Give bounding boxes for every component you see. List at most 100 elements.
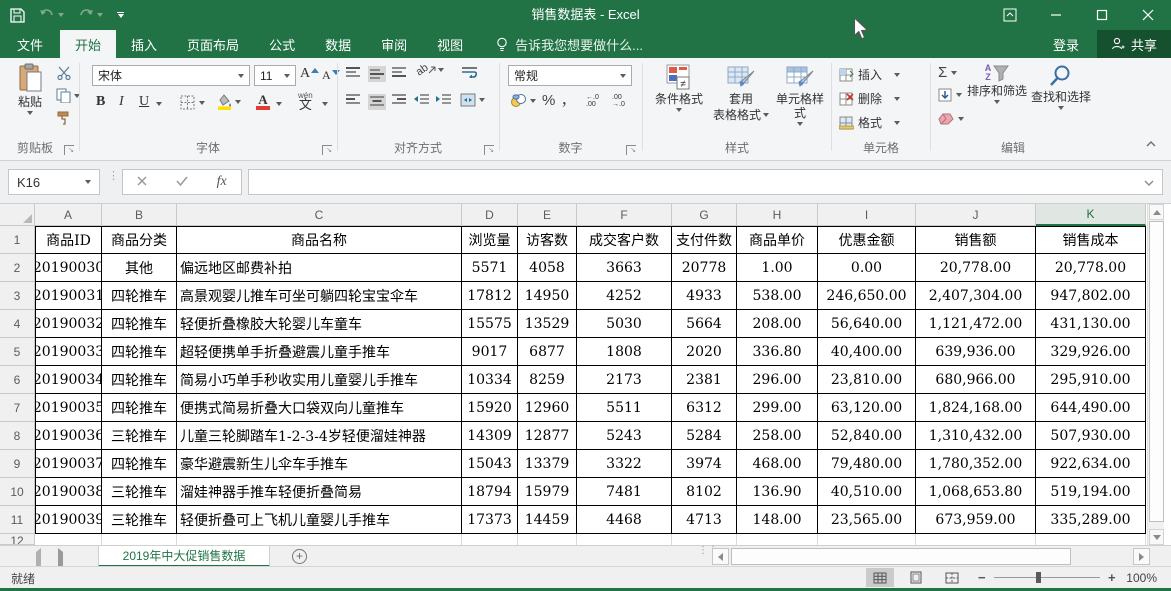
cell-D7[interactable]: 15920 [462,394,518,422]
row-header-10[interactable]: 10 [0,478,35,506]
row-header-11[interactable]: 11 [0,506,35,534]
cell-H7[interactable]: 299.00 [737,394,818,422]
zoom-in-icon[interactable]: + [1108,570,1116,585]
cell-B3[interactable]: 四轮推车 [102,282,177,310]
cell-I10[interactable]: 40,510.00 [818,478,916,506]
cell-E3[interactable]: 14950 [518,282,577,310]
cell-F9[interactable]: 3322 [577,450,672,478]
cell-K12[interactable] [1036,534,1146,545]
align-center-icon[interactable] [368,94,386,110]
clipboard-dialog-launcher-icon[interactable]: ↘ [64,145,74,155]
ribbon-tab-审阅[interactable]: 审阅 [366,30,422,58]
cell-E7[interactable]: 12960 [518,394,577,422]
accounting-format-icon[interactable] [510,93,536,108]
maximize-button[interactable] [1079,0,1125,30]
cell-D2[interactable]: 5571 [462,254,518,282]
cancel-entry-icon[interactable] [137,173,147,191]
format-cells-button[interactable]: 格式 [839,114,900,131]
ribbon-tab-数据[interactable]: 数据 [310,30,366,58]
cell-D9[interactable]: 15043 [462,450,518,478]
cell-C2[interactable]: 偏远地区邮费补拍 [177,254,462,282]
new-sheet-icon[interactable]: + [292,549,307,564]
zoom-slider[interactable] [994,577,1100,578]
align-left-icon[interactable] [346,94,360,106]
find-select-button[interactable]: 查找和选择 [1030,64,1092,110]
cell-I7[interactable]: 63,120.00 [818,394,916,422]
formula-input[interactable] [248,169,1163,195]
column-header-J[interactable]: J [916,204,1036,226]
select-all-button[interactable] [0,204,35,226]
cell-I2[interactable]: 0.00 [818,254,916,282]
row-header-9[interactable]: 9 [0,450,35,478]
column-header-E[interactable]: E [518,204,577,226]
tell-me-box[interactable]: 告诉我您想要做什么... [496,30,643,58]
column-header-A[interactable]: A [35,204,102,226]
cell-E12[interactable] [518,534,577,545]
align-top-icon[interactable] [346,66,360,78]
decrease-indent-icon[interactable] [414,94,429,106]
cell-H5[interactable]: 336.80 [737,338,818,366]
increase-indent-icon[interactable] [436,94,451,106]
collapse-ribbon-icon[interactable] [1146,140,1156,147]
cell-H11[interactable]: 148.00 [737,506,818,534]
cell-E10[interactable]: 15979 [518,478,577,506]
cell-C7[interactable]: 便携式简易折叠大口袋双向儿童推车 [177,394,462,422]
cell-H12[interactable] [737,534,818,545]
cell-I1[interactable]: 优惠金额 [818,226,916,254]
cell-styles-button[interactable]: 单元格样式 [772,64,828,126]
cell-J9[interactable]: 1,780,352.00 [916,450,1036,478]
cell-E1[interactable]: 访客数 [518,226,577,254]
cell-E5[interactable]: 6877 [518,338,577,366]
cell-I9[interactable]: 79,480.00 [818,450,916,478]
cell-F7[interactable]: 5511 [577,394,672,422]
cell-J12[interactable] [916,534,1036,545]
cell-H9[interactable]: 468.00 [737,450,818,478]
cell-A7[interactable]: 20190035 [35,394,102,422]
merge-center-icon[interactable] [460,93,485,107]
cell-G7[interactable]: 6312 [672,394,737,422]
cell-G1[interactable]: 支付件数 [672,226,737,254]
column-header-B[interactable]: B [102,204,177,226]
cell-B7[interactable]: 四轮推车 [102,394,177,422]
zoom-level[interactable]: 100% [1126,571,1157,585]
cell-H1[interactable]: 商品单价 [737,226,818,254]
percent-style-button[interactable]: % [542,92,555,109]
cell-F8[interactable]: 5243 [577,422,672,450]
cell-A8[interactable]: 20190036 [35,422,102,450]
cell-H4[interactable]: 208.00 [737,310,818,338]
ribbon-tab-开始[interactable]: 开始 [60,30,116,58]
wrap-text-icon[interactable] [462,66,477,78]
cell-K4[interactable]: 431,130.00 [1036,310,1146,338]
delete-cells-button[interactable]: 删除 [839,90,900,107]
phonetic-dropdown[interactable] [322,102,328,106]
cell-F4[interactable]: 5030 [577,310,672,338]
cell-I3[interactable]: 246,650.00 [818,282,916,310]
column-header-H[interactable]: H [737,204,818,226]
cell-H2[interactable]: 1.00 [737,254,818,282]
cell-J5[interactable]: 639,936.00 [916,338,1036,366]
row-header-3[interactable]: 3 [0,282,35,310]
copy-icon[interactable] [56,88,80,103]
cell-C8[interactable]: 儿童三轮脚踏车1-2-3-4岁轻便溜娃神器 [177,422,462,450]
cell-I4[interactable]: 56,640.00 [818,310,916,338]
cell-C4[interactable]: 轻便折叠橡胶大轮婴儿车童车 [177,310,462,338]
cell-F11[interactable]: 4468 [577,506,672,534]
cell-E11[interactable]: 14459 [518,506,577,534]
row-header-1[interactable]: 1 [0,226,35,254]
cell-C5[interactable]: 超轻便携单手折叠避震儿童手推车 [177,338,462,366]
insert-function-icon[interactable]: fx [217,174,227,190]
cell-C3[interactable]: 高景观婴儿推车可坐可躺四轮宝宝伞车 [177,282,462,310]
phonetic-guide-icon[interactable]: wén 文 [298,91,313,109]
paste-button[interactable]: 粘贴 [8,63,52,115]
cell-A5[interactable]: 20190033 [35,338,102,366]
cell-B2[interactable]: 其他 [102,254,177,282]
orientation-icon[interactable]: ab [416,64,444,76]
name-box[interactable]: K16 [8,169,100,195]
column-header-D[interactable]: D [462,204,518,226]
cell-G8[interactable]: 5284 [672,422,737,450]
cell-K11[interactable]: 335,289.00 [1036,506,1146,534]
column-header-C[interactable]: C [177,204,462,226]
cell-J2[interactable]: 20,778.00 [916,254,1036,282]
cell-K6[interactable]: 295,910.00 [1036,366,1146,394]
cell-G3[interactable]: 4933 [672,282,737,310]
